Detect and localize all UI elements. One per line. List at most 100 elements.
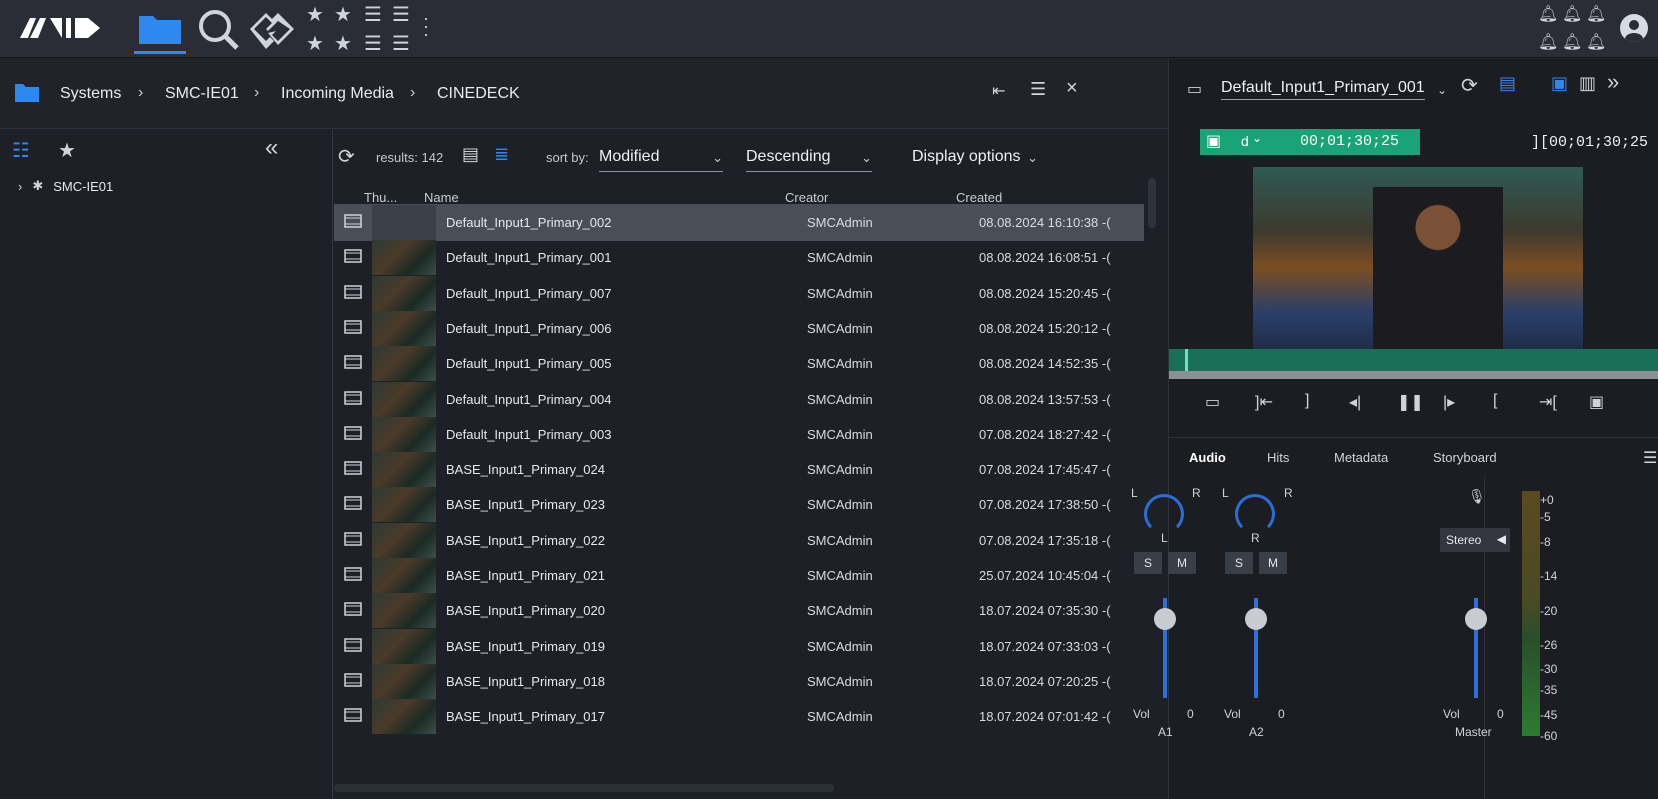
search-app-icon[interactable]	[192, 4, 244, 54]
player-view-icon[interactable]: ▣	[1551, 73, 1568, 94]
a2-solo-button[interactable]: S	[1225, 552, 1253, 574]
tab-hits[interactable]: Hits	[1267, 450, 1289, 465]
breadcrumb-smc[interactable]: SMC-IE01	[165, 85, 239, 103]
close-icon[interactable]: ×	[1066, 77, 1078, 100]
mark-out-icon[interactable]: ]	[1305, 392, 1309, 410]
row-name: Default_Input1_Primary_005	[446, 356, 612, 372]
menu-icon[interactable]: ☰	[1030, 79, 1046, 100]
list-app-icon[interactable]: ☰	[364, 2, 384, 27]
fullscreen-icon[interactable]: ▣	[1589, 392, 1604, 412]
notifications[interactable]: 🔔︎ 🔔︎ 🔔︎ 🔔︎ 🔔︎ 🔔︎	[1538, 4, 1606, 52]
star-bookmark-icon[interactable]: ★	[334, 31, 354, 56]
a1-pan-knob[interactable]	[1144, 494, 1184, 534]
column-header-name[interactable]: Name	[424, 190, 459, 205]
column-header-created[interactable]: Created	[956, 190, 1002, 205]
a1-mute-button[interactable]: M	[1168, 552, 1196, 574]
timeline-scrubber[interactable]	[1169, 349, 1658, 379]
monitor-toggle-icon[interactable]: ▭	[1205, 392, 1220, 412]
go-to-in-icon[interactable]: ]⇤	[1255, 392, 1273, 412]
tab-metadata[interactable]: Metadata	[1334, 450, 1388, 465]
list-view-icon[interactable]: ≣	[494, 144, 509, 165]
favorites-star-icon[interactable]: ★	[58, 138, 76, 163]
star-bookmark-icon[interactable]: ★	[306, 31, 326, 56]
sort-field-select[interactable]: Modified ⌄	[599, 144, 723, 172]
collapse-panel-icon[interactable]: «	[265, 134, 278, 162]
column-header-thumb[interactable]: Thu...	[364, 190, 397, 205]
bell-icon[interactable]: 🔔︎	[1586, 32, 1606, 52]
master-fader-knob[interactable]	[1465, 608, 1487, 630]
bell-icon[interactable]: 🔔︎	[1538, 32, 1558, 52]
star-bookmark-icon[interactable]: ★	[306, 2, 326, 27]
list-apps[interactable]: ☰ ☰ ☰ ☰	[364, 2, 412, 56]
table-row[interactable]: Default_Input1_Primary_004 SMCAdmin 08.08.…	[334, 381, 1144, 418]
more-vertical-icon[interactable]: · · ·	[423, 9, 429, 43]
mark-in-icon[interactable]: [	[1493, 392, 1497, 410]
step-back-icon[interactable]: ◂|	[1349, 392, 1361, 412]
layout-icon[interactable]: ▤	[1499, 73, 1516, 94]
step-forward-icon[interactable]: |▸	[1443, 392, 1455, 412]
tree-item-smc[interactable]: › ✱ SMC-IE01	[18, 178, 113, 194]
tab-audio[interactable]: Audio	[1189, 450, 1226, 465]
list-app-icon[interactable]: ☰	[392, 2, 412, 27]
bell-icon[interactable]: 🔔︎	[1586, 4, 1606, 24]
refresh-icon[interactable]: ⟳	[1461, 73, 1478, 98]
table-row[interactable]: BASE_Input1_Primary_018 SMCAdmin 18.07.202…	[334, 663, 1144, 700]
user-avatar-icon[interactable]	[1620, 14, 1648, 42]
tree-view-icon[interactable]: ☷	[12, 138, 30, 163]
list-app-icon[interactable]: ☰	[364, 31, 384, 56]
dock-panel-icon[interactable]: ⇤	[992, 81, 1005, 101]
horizontal-scrollbar[interactable]	[334, 784, 834, 792]
bookmark-apps[interactable]: ★ ★ ★ ★	[306, 2, 354, 56]
refresh-icon[interactable]: ⟳	[338, 144, 355, 169]
menu-icon[interactable]: ☰	[1643, 448, 1657, 468]
browse-app-icon[interactable]	[134, 4, 186, 54]
scroll-thumb[interactable]	[1148, 178, 1156, 228]
table-row[interactable]: Default_Input1_Primary_007 SMCAdmin 08.08.…	[334, 275, 1144, 312]
bell-icon[interactable]: 🔔︎	[1538, 4, 1558, 24]
table-row[interactable]: Default_Input1_Primary_003 SMCAdmin 07.08.…	[334, 416, 1144, 453]
track-mode[interactable]: d	[1241, 133, 1249, 149]
vertical-scrollbar[interactable]	[1148, 178, 1156, 738]
table-row[interactable]: BASE_Input1_Primary_024 SMCAdmin 07.08.202…	[334, 451, 1144, 488]
a2-pan-knob[interactable]	[1235, 494, 1275, 534]
table-row[interactable]: Default_Input1_Primary_001 SMCAdmin 08.08.…	[334, 239, 1144, 276]
stereo-mode-button[interactable]: Stereo ◀	[1440, 528, 1510, 552]
table-row[interactable]: BASE_Input1_Primary_021 SMCAdmin 25.07.202…	[334, 557, 1144, 594]
a2-mute-button[interactable]: M	[1259, 552, 1287, 574]
link-app-icon[interactable]	[246, 4, 298, 54]
display-options-button[interactable]: Display options ⌄	[912, 144, 1038, 172]
table-row[interactable]: Default_Input1_Primary_002 SMCAdmin 08.08.…	[334, 204, 1144, 241]
bell-icon[interactable]: 🔔︎	[1562, 4, 1582, 24]
bell-icon[interactable]: 🔔︎	[1562, 32, 1582, 52]
chevron-down-icon[interactable]: ⌄	[1437, 83, 1447, 97]
breadcrumb-systems[interactable]: Systems	[60, 85, 121, 103]
list-app-icon[interactable]: ☰	[392, 31, 412, 56]
breadcrumb-cinedeck[interactable]: CINEDECK	[437, 85, 520, 103]
sort-direction-select[interactable]: Descending ⌄	[746, 144, 872, 172]
table-row[interactable]: BASE_Input1_Primary_022 SMCAdmin 07.08.202…	[334, 522, 1144, 559]
loaded-clip-select[interactable]: Default_Input1_Primary_001	[1221, 79, 1425, 100]
chevron-right-icon[interactable]: ›	[18, 179, 22, 194]
table-row[interactable]: BASE_Input1_Primary_023 SMCAdmin 07.08.202…	[334, 486, 1144, 523]
pause-icon[interactable]: ❚❚	[1397, 392, 1424, 412]
tab-storyboard[interactable]: Storyboard	[1433, 450, 1497, 465]
row-created: 25.07.2024 10:45:04 -(	[979, 568, 1111, 583]
a1-fader-knob[interactable]	[1154, 608, 1176, 630]
grid-view-icon[interactable]: ▤	[462, 144, 479, 165]
table-row[interactable]: Default_Input1_Primary_005 SMCAdmin 08.08.…	[334, 345, 1144, 382]
table-row[interactable]: Default_Input1_Primary_006 SMCAdmin 08.08.…	[334, 310, 1144, 347]
a2-channel-label: A2	[1249, 725, 1264, 739]
breadcrumb-incoming-media[interactable]: Incoming Media	[281, 85, 394, 103]
star-bookmark-icon[interactable]: ★	[334, 2, 354, 27]
table-row[interactable]: BASE_Input1_Primary_017 SMCAdmin 18.07.202…	[334, 698, 1144, 735]
column-header-creator[interactable]: Creator	[785, 190, 828, 205]
expand-icon[interactable]: »	[1607, 69, 1619, 95]
go-to-out-icon[interactable]: ⇥[	[1539, 392, 1557, 412]
panel-options-icon[interactable]: ▥	[1579, 73, 1596, 94]
video-frame[interactable]	[1253, 167, 1583, 349]
a1-solo-button[interactable]: S	[1134, 552, 1162, 574]
table-row[interactable]: BASE_Input1_Primary_019 SMCAdmin 18.07.202…	[334, 628, 1144, 665]
table-row[interactable]: BASE_Input1_Primary_020 SMCAdmin 18.07.202…	[334, 592, 1144, 629]
a2-fader-knob[interactable]	[1245, 608, 1267, 630]
timecode-display[interactable]: ▣ d ⌄ 00;01;30;25	[1200, 129, 1420, 155]
